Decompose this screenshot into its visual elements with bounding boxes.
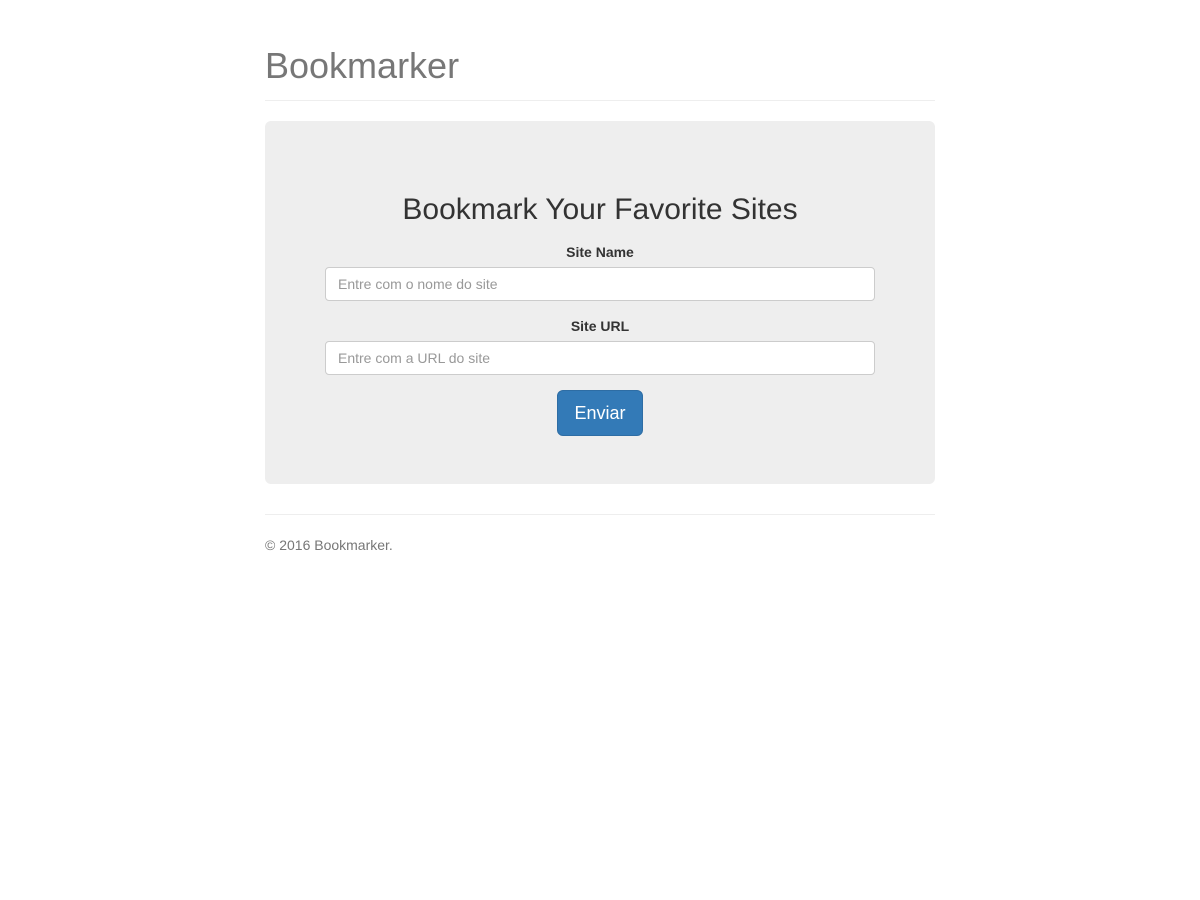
app-title: Bookmarker <box>265 40 935 91</box>
copyright-text: © 2016 Bookmarker. <box>265 535 935 555</box>
site-url-label: Site URL <box>571 316 629 336</box>
main-panel: Bookmark Your Favorite Sites Site Name S… <box>265 121 935 484</box>
page-header: Bookmarker <box>265 40 935 101</box>
panel-heading: Bookmark Your Favorite Sites <box>325 189 875 232</box>
site-name-label: Site Name <box>566 242 634 262</box>
bookmark-form: Site Name Site URL Enviar <box>325 242 875 436</box>
footer-divider <box>265 514 935 515</box>
submit-button[interactable]: Enviar <box>557 390 642 436</box>
site-name-input[interactable] <box>325 267 875 301</box>
site-url-input[interactable] <box>325 341 875 375</box>
footer: © 2016 Bookmarker. <box>265 535 935 555</box>
